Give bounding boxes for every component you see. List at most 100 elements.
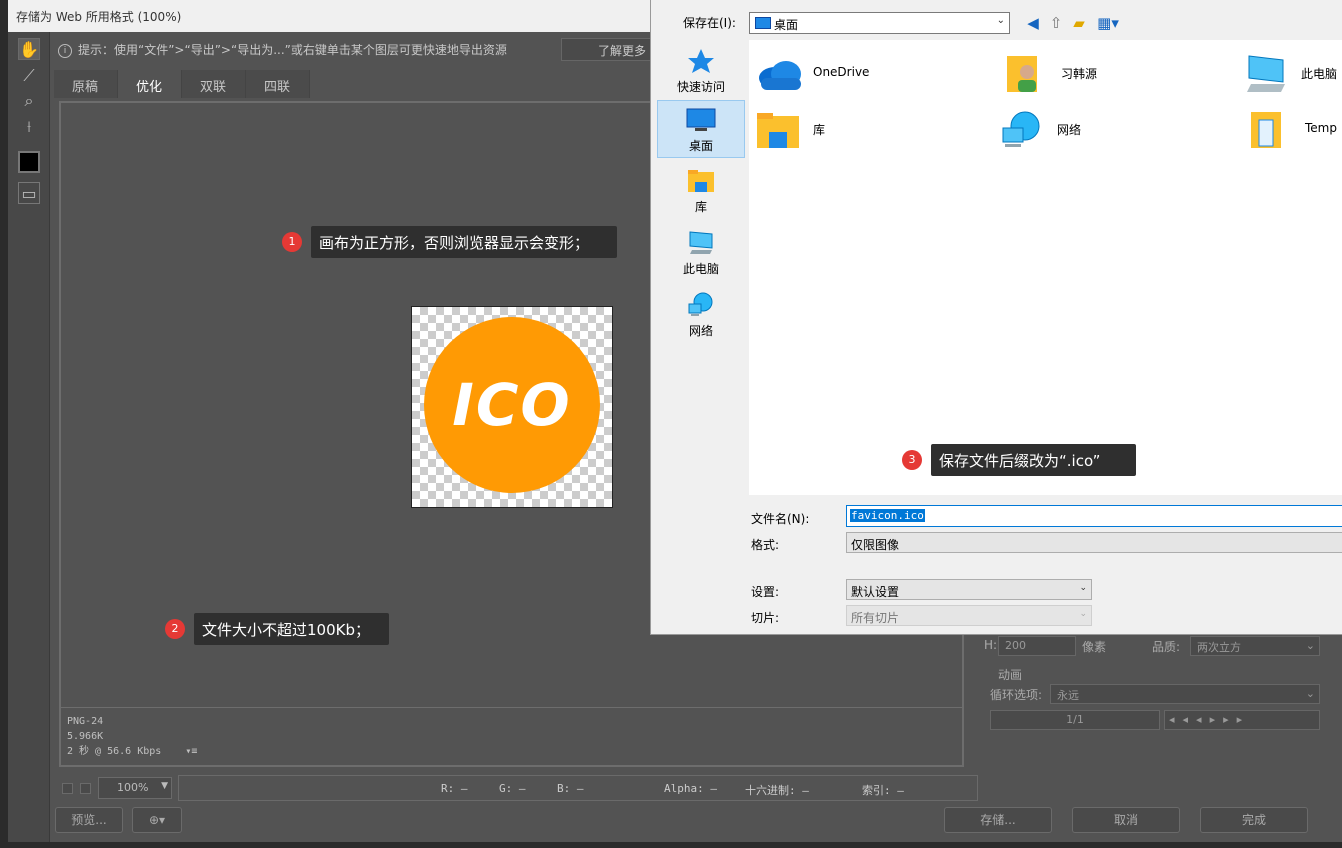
tab-2up[interactable]: 双联: [182, 70, 246, 98]
tab-4up[interactable]: 四联: [246, 70, 310, 98]
new-folder-icon[interactable]: ▰: [1069, 12, 1089, 34]
tab-original[interactable]: 原稿: [54, 70, 118, 98]
callout-file-size: 文件大小不超过100Kb；: [194, 613, 389, 645]
library-folder-icon: [757, 113, 799, 148]
loop-select[interactable]: 永远 ⌄: [1050, 684, 1320, 704]
format-select[interactable]: 仅限图像: [846, 532, 1342, 553]
loop-label: 循环选项:: [990, 688, 1043, 702]
save-in-select[interactable]: 桌面 ⌄: [749, 12, 1010, 34]
optimization-info: PNG-24 5.966K 2 秒 @ 56.6 Kbps ▾≡: [61, 707, 962, 765]
place-this-pc[interactable]: 此电脑: [657, 224, 745, 282]
readout-index: 索引: —: [862, 784, 904, 797]
info-download-time: 2 秒 @ 56.6 Kbps: [67, 746, 162, 757]
browser-preview-button[interactable]: ⊕▾: [132, 807, 182, 833]
download-speed-menu-icon[interactable]: ▾≡: [185, 746, 197, 757]
place-desktop[interactable]: 桌面: [657, 100, 745, 158]
preview-button[interactable]: 预览...: [55, 807, 123, 833]
file-item-libraries[interactable]: 库: [755, 106, 955, 154]
toggle-slices-icon[interactable]: ▭: [18, 182, 40, 204]
readout-hex: 十六进制: —: [745, 784, 809, 797]
computer-icon: [689, 231, 713, 254]
settings-select[interactable]: 默认设置 ⌄: [846, 579, 1092, 600]
loop-value: 永远: [1057, 689, 1079, 702]
filename-input[interactable]: favicon.ico: [846, 505, 1342, 527]
place-label: 网络: [688, 324, 713, 338]
place-network[interactable]: 网络: [657, 286, 745, 344]
settings-label: 设置:: [751, 585, 780, 599]
file-item-network[interactable]: 网络: [999, 106, 1199, 154]
format-label: 格式:: [751, 538, 780, 552]
eyedropper-color-swatch[interactable]: [18, 151, 40, 173]
readout-alpha: Alpha: —: [664, 782, 717, 795]
place-label: 快速访问: [676, 80, 725, 94]
ico-logo-text: ICO: [452, 371, 572, 439]
chevron-down-icon: ▼: [161, 781, 168, 791]
network-icon: [688, 292, 713, 316]
place-libraries[interactable]: 库: [657, 162, 745, 220]
slices-select[interactable]: 所有切片 ⌄: [846, 605, 1092, 626]
settings-value: 默认设置: [851, 585, 900, 599]
quality-select[interactable]: 两次立方 ⌄: [1190, 636, 1320, 656]
browser-icon: ⊕▾: [148, 813, 166, 827]
frame-counter: 1/1: [990, 710, 1160, 730]
filename-label: 文件名(N):: [751, 512, 810, 526]
file-item-this-pc[interactable]: 此电脑: [1243, 50, 1342, 98]
file-label: 网络: [1057, 123, 1082, 137]
color-readout: R: — G: — B: — Alpha: — 十六进制: — 索引: —: [178, 775, 978, 801]
save-in-label: 保存在(I):: [683, 16, 736, 30]
file-item-temp[interactable]: Temp: [1247, 106, 1342, 154]
back-icon[interactable]: ◀: [1023, 12, 1043, 34]
slice-select-tool-icon[interactable]: ⟋: [18, 65, 40, 87]
done-button[interactable]: 完成: [1200, 807, 1308, 833]
file-list[interactable]: OneDrive 习韩源 此电脑 库 网络 Temp: [749, 40, 1342, 495]
info-toggle-icon[interactable]: [80, 783, 91, 794]
cancel-button[interactable]: 取消: [1072, 807, 1180, 833]
library-folder-icon: [688, 170, 714, 192]
chevron-down-icon: ⌄: [1305, 639, 1315, 652]
info-time-row: 2 秒 @ 56.6 Kbps ▾≡: [67, 744, 956, 759]
learn-more-button[interactable]: 了解更多: [561, 38, 653, 61]
save-button[interactable]: 存储...: [944, 807, 1052, 833]
file-item-onedrive[interactable]: OneDrive: [755, 50, 955, 98]
hand-tool-icon[interactable]: ✋: [18, 38, 40, 60]
desktop-icon: [755, 17, 771, 29]
up-folder-icon[interactable]: ⇧: [1046, 12, 1066, 34]
file-label: Temp: [1305, 121, 1337, 135]
checkbox-icon[interactable]: [62, 783, 73, 794]
info-format: PNG-24: [67, 716, 104, 727]
animation-controls[interactable]: ◂◂◂▸▸▸: [1164, 710, 1320, 730]
file-item-user[interactable]: 习韩源: [1003, 50, 1203, 98]
file-label: 习韩源: [1061, 67, 1098, 81]
slices-value: 所有切片: [851, 611, 900, 625]
zoom-tool-icon[interactable]: ⌕: [18, 90, 40, 112]
callout-number: 3: [902, 450, 922, 470]
height-label: H:: [984, 638, 998, 652]
info-file-size: 5.966K: [67, 731, 104, 742]
tab-optimized[interactable]: 优化: [118, 70, 182, 98]
place-quick-access[interactable]: 快速访问: [657, 42, 745, 100]
zoom-select[interactable]: 100% ▼: [98, 777, 172, 799]
quality-label: 品质:: [1152, 640, 1181, 654]
tool-strip: ✋ ⟋ ⌕ ⟊ ▭: [8, 32, 50, 842]
eyedropper-tool-icon[interactable]: ⟊: [18, 116, 40, 138]
place-label: 桌面: [688, 139, 713, 153]
file-label: 此电脑: [1301, 67, 1338, 81]
filename-value: favicon.ico: [850, 509, 925, 522]
image-size-animation-panel: H: 200 像素 品质: 两次立方 ⌄ 动画 循环选项: 永远 ⌄ 1/1 ◂…: [976, 634, 1336, 738]
height-input[interactable]: 200: [998, 636, 1076, 656]
chevron-down-icon: ⌄: [1305, 687, 1315, 700]
cloud-icon: [759, 61, 801, 90]
callout-ico-suffix: 保存文件后缀改为“.ico”: [931, 444, 1136, 476]
save-dialog: 保存在(I): 桌面 ⌄ ◀ ⇧ ▰ ▦▾ 快速访问 桌面 库 此电脑 网络 O…: [650, 0, 1342, 635]
place-label: 此电脑: [682, 262, 719, 276]
user-folder-icon: [1007, 56, 1037, 92]
view-menu-icon[interactable]: ▦▾: [1094, 12, 1122, 34]
readout-r: R: —: [441, 782, 468, 795]
ico-logo: ICO: [424, 317, 600, 493]
readout-b: B: —: [557, 782, 584, 795]
chevron-down-icon: ⌄: [1079, 609, 1087, 619]
animation-title: 动画: [998, 668, 1023, 682]
image-preview: ICO: [411, 306, 613, 508]
slices-label: 切片:: [751, 611, 780, 625]
desktop-icon: [686, 108, 716, 131]
